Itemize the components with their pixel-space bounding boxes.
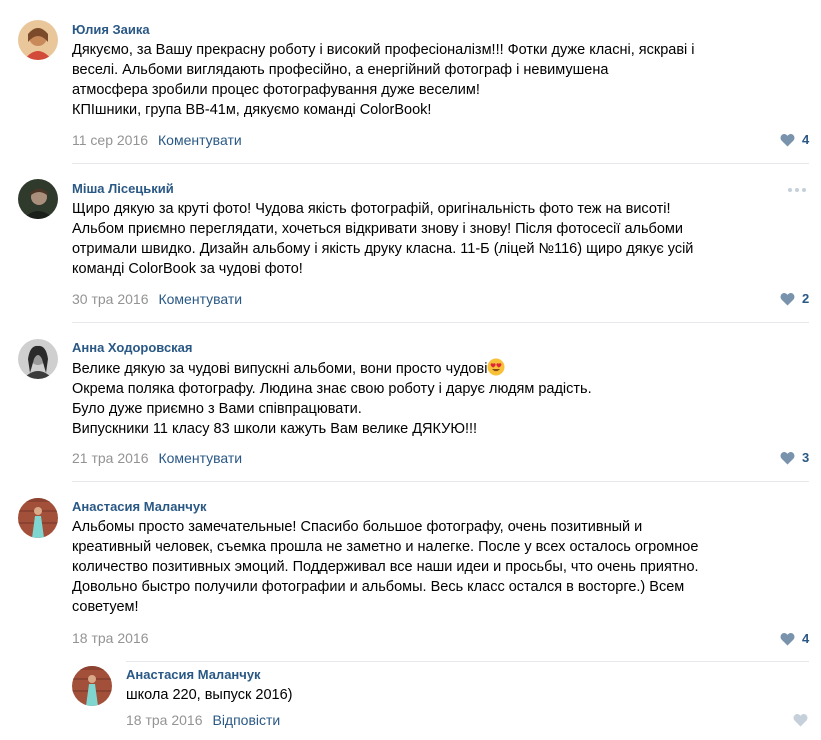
comment-meta: 18 тра 2016 <box>72 629 148 647</box>
avatar[interactable] <box>72 666 112 706</box>
like-button[interactable] <box>793 713 808 727</box>
comment-text-line: Дякуємо, за Вашу прекрасну роботу і висо… <box>72 42 695 58</box>
heart-icon <box>793 714 808 727</box>
comment-date[interactable]: 18 тра 2016 <box>72 630 148 646</box>
dot <box>795 188 799 192</box>
comment-text: Дякуємо, за Вашу прекрасну роботу і висо… <box>72 40 695 120</box>
like-button[interactable]: 3 <box>780 450 809 465</box>
comment-author[interactable]: Анастасия Маланчук <box>72 499 207 514</box>
avatar-photo <box>18 339 58 379</box>
comment-text-line: Альбом приємно переглядати, хочеться від… <box>72 221 683 237</box>
reply-meta: 18 тра 2016 Відповісти <box>126 711 280 729</box>
dot <box>788 188 792 192</box>
comment-text-line: веселі. Альбоми виглядають професійно, а… <box>72 62 609 78</box>
comment-reply-button[interactable]: Коментувати <box>158 132 242 148</box>
comment-date[interactable]: 30 тра 2016 <box>72 291 148 307</box>
reply-text-line: школа 220, выпуск 2016) <box>126 687 293 703</box>
like-count: 4 <box>802 631 810 646</box>
comment-text-segment: Велике дякую за чудові випускні альбоми,… <box>72 361 488 377</box>
avatar-photo <box>18 179 58 219</box>
comment-meta: 21 тра 2016 Коментувати <box>72 449 242 467</box>
divider <box>72 322 809 323</box>
like-count: 2 <box>802 291 810 306</box>
avatar[interactable] <box>18 498 58 538</box>
avatar[interactable] <box>18 179 58 219</box>
reply-date[interactable]: 18 тра 2016 <box>126 712 202 728</box>
comment-author[interactable]: Юлия Заика <box>72 22 150 37</box>
comment-text-line: Велике дякую за чудові випускні альбоми,… <box>72 358 592 379</box>
avatar-photo <box>72 666 112 706</box>
comment-text-line: Альбомы просто замечательные! Спасибо бо… <box>72 519 643 535</box>
avatar-photo <box>18 20 58 60</box>
like-count: 4 <box>802 132 810 147</box>
more-options-icon[interactable] <box>788 188 806 192</box>
comment-date[interactable]: 21 тра 2016 <box>72 450 148 466</box>
comment-text: Щиро дякую за круті фото! Чудова якість … <box>72 199 693 279</box>
heart-icon <box>780 292 795 305</box>
comment-meta: 30 тра 2016 Коментувати <box>72 290 242 308</box>
like-button[interactable]: 4 <box>780 132 809 147</box>
comment-text-line: Щиро дякую за круті фото! Чудова якість … <box>72 201 671 217</box>
reply-author[interactable]: Анастасия Маланчук <box>126 667 261 682</box>
like-count: 3 <box>802 450 810 465</box>
comment-text-line: Було дуже приємно з Вами співпрацювати. <box>72 401 362 417</box>
divider <box>72 481 809 482</box>
heart-icon <box>780 632 795 645</box>
comment-meta: 11 сер 2016 Коментувати <box>72 131 242 149</box>
comment-text-line: атмосфера зробили процес фотографування … <box>72 82 480 98</box>
comment-author[interactable]: Міша Лісецький <box>72 181 174 196</box>
comment-text-line: советуем! <box>72 599 139 615</box>
dot <box>802 188 806 192</box>
comment-text-line: отримали швидко. Дизайн альбому і якість… <box>72 241 694 257</box>
comment-reply-button[interactable]: Коментувати <box>158 291 242 307</box>
heart-icon <box>780 133 795 146</box>
like-button[interactable]: 4 <box>780 631 809 646</box>
comment-text-line: Окрема поляка фотографу. Людина знає сво… <box>72 381 592 397</box>
comment-text: Велике дякую за чудові випускні альбоми,… <box>72 358 592 439</box>
comment-text-line: Довольно быстро получили фотографии и ал… <box>72 579 685 595</box>
avatar[interactable] <box>18 339 58 379</box>
reply-text: школа 220, выпуск 2016) <box>126 685 292 705</box>
divider <box>72 163 809 164</box>
heart-icon <box>780 451 795 464</box>
heart-eyes-emoji <box>487 358 505 376</box>
comment-text: Альбомы просто замечательные! Спасибо бо… <box>72 517 699 617</box>
comment-text-line: Випускники 11 класу 83 школи кажуть Вам … <box>72 421 478 437</box>
comment-text-line: команді ColorBook за чудові фото! <box>72 261 303 277</box>
comment-reply-button[interactable]: Коментувати <box>158 450 242 466</box>
like-button[interactable]: 2 <box>780 291 809 306</box>
avatar-photo <box>18 498 58 538</box>
comment-text-line: КПІшники, група ВВ-41м, дякуємо команді … <box>72 102 432 118</box>
comment-author[interactable]: Анна Ходоровская <box>72 340 193 355</box>
comment-text-line: креативный человек, съемка прошла не зам… <box>72 539 699 555</box>
divider <box>126 661 809 662</box>
reply-button[interactable]: Відповісти <box>212 712 280 728</box>
avatar[interactable] <box>18 20 58 60</box>
comment-date[interactable]: 11 сер 2016 <box>72 132 148 148</box>
comment-text-line: количество позитивных эмоций. Поддержива… <box>72 559 699 575</box>
